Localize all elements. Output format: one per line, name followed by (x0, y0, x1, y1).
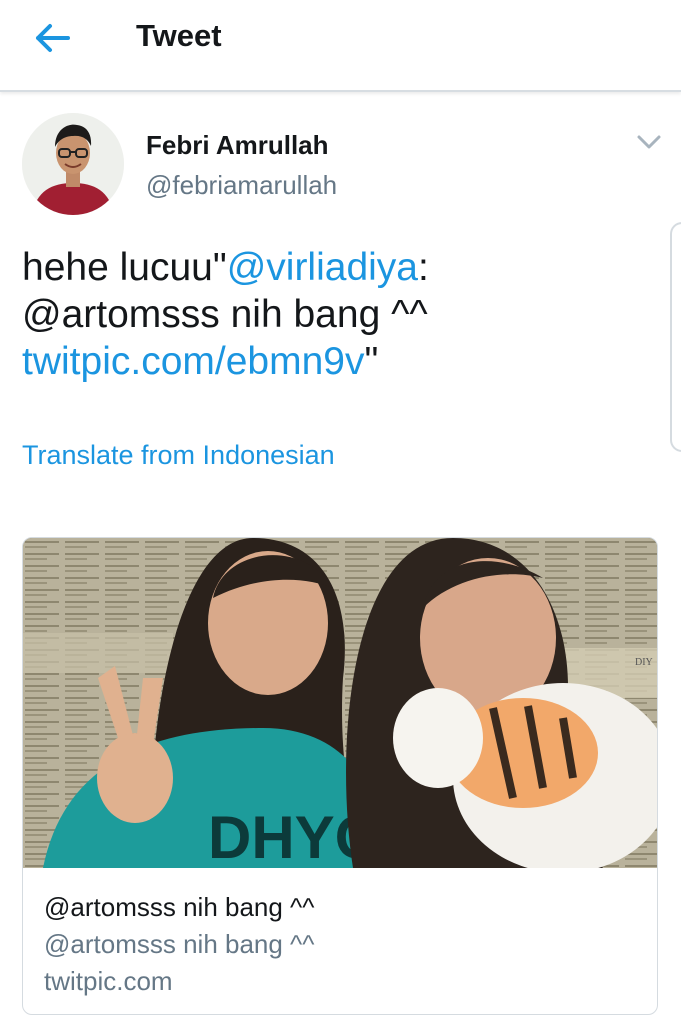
photo-sign-text: DIY (635, 657, 653, 668)
link-preview-card[interactable]: DIY DHYO @artomsss nih bang ^^ @artomsss… (22, 537, 658, 1015)
card-domain: twitpic.com (44, 966, 173, 996)
translate-link[interactable]: Translate from Indonesian (22, 440, 335, 471)
author-handle[interactable]: @febriamarullah (146, 170, 337, 201)
page-title: Tweet (136, 18, 222, 53)
mention-link[interactable]: @virliadiya (227, 246, 418, 289)
card-photo[interactable]: DIY DHYO (23, 538, 657, 873)
card-title: @artomsss nih bang ^^ (44, 892, 315, 922)
author-name[interactable]: Febri Amrullah (146, 130, 329, 161)
tweet-text: hehe lucuu"@virliadiya: @artomsss nih ba… (22, 244, 652, 385)
card-description: @artomsss nih bang ^^ (44, 929, 315, 959)
avatar[interactable] (22, 113, 124, 215)
side-panel-edge[interactable] (670, 222, 681, 452)
tweet-text-part: hehe lucuu" (22, 246, 227, 289)
chevron-down-icon[interactable] (634, 130, 664, 154)
back-arrow-icon[interactable] (30, 20, 74, 56)
top-bar: Tweet (0, 0, 681, 92)
url-link[interactable]: twitpic.com/ebmn9v (22, 340, 364, 383)
tweet-text-part: : (418, 246, 429, 289)
tweet-text-line: @artomsss nih bang ^^ (22, 293, 428, 336)
tweet-text-part: " (364, 340, 379, 383)
